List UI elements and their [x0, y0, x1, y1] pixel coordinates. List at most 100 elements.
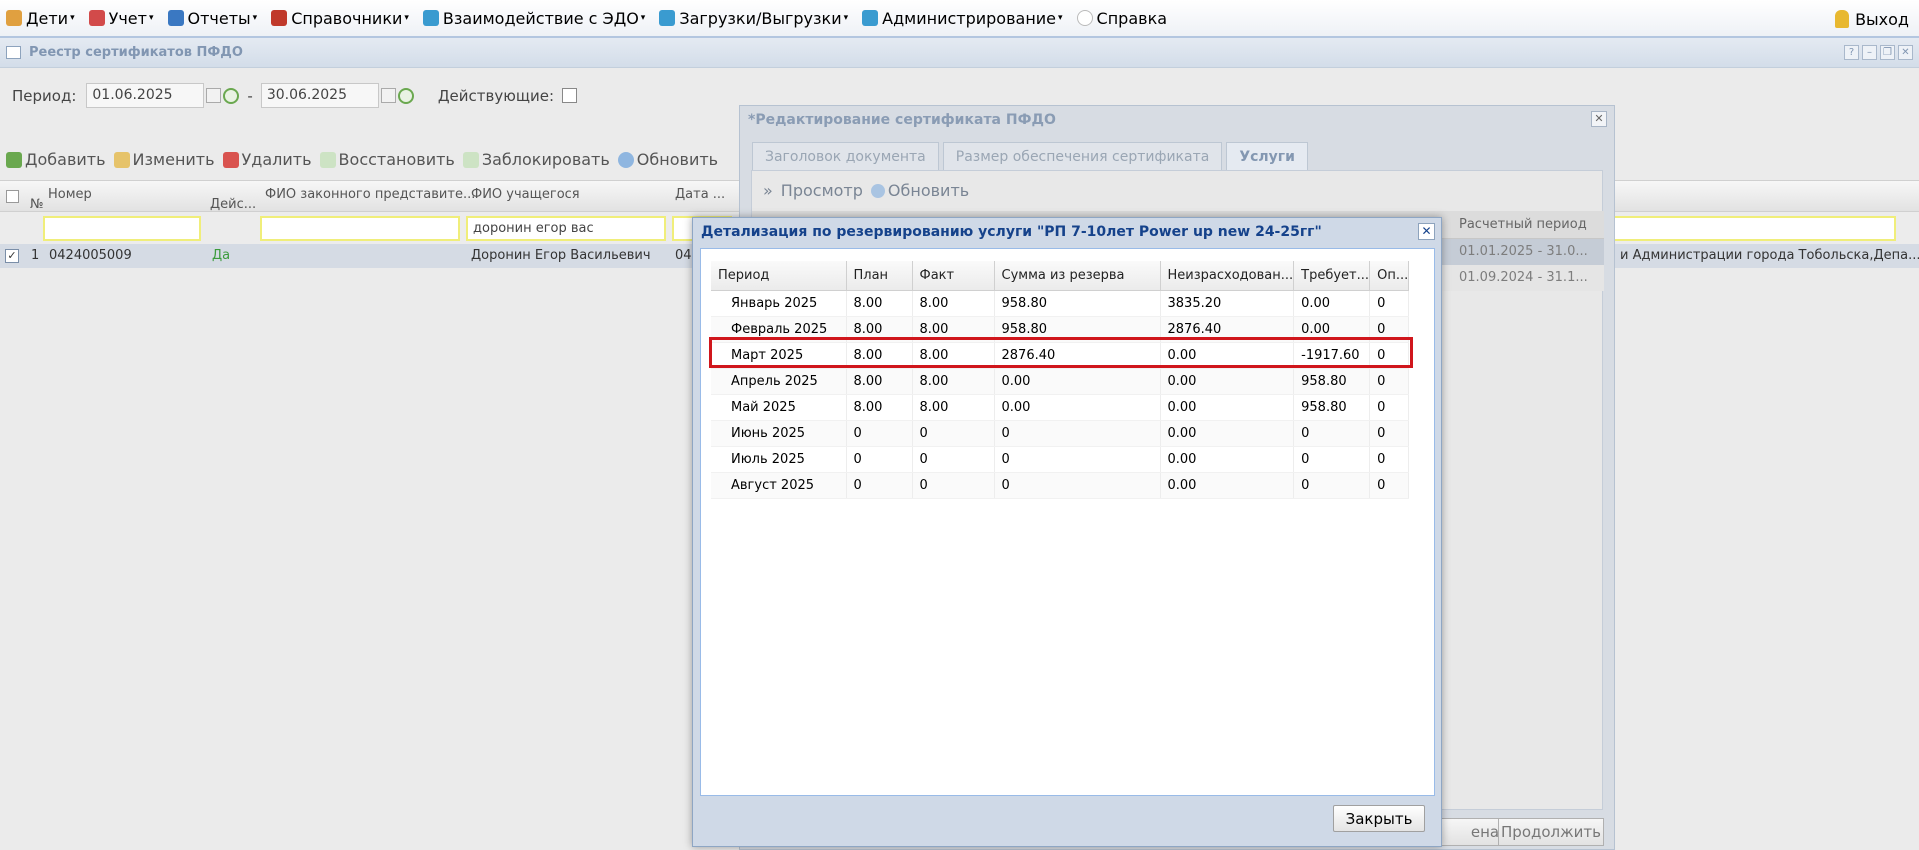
- registry-toolbar: Добавить Изменить Удалить Восстановить З…: [6, 150, 726, 169]
- table-row[interactable]: Февраль 2025 8.00 8.00 958.80 2876.40 0.00 0: [711, 316, 1410, 343]
- table-cell: 0: [846, 420, 913, 447]
- continue-button[interactable]: Продолжить: [1498, 818, 1604, 846]
- detail-col-2[interactable]: Факт: [912, 261, 995, 291]
- date-to-field[interactable]: 30.06.2025: [260, 83, 379, 108]
- table-cell: 0: [1369, 290, 1410, 317]
- detail-col-3[interactable]: Сумма из резерва: [994, 261, 1161, 291]
- reservation-detail-dialog: Детализация по резервированию услуги "РП…: [692, 217, 1442, 847]
- delete-button[interactable]: Удалить: [222, 150, 312, 169]
- close-icon[interactable]: ✕: [1898, 45, 1913, 60]
- table-row[interactable]: Август 2025 0 0 0 0.00 0 0: [711, 472, 1410, 499]
- close-icon[interactable]: ✕: [1418, 223, 1435, 240]
- gears-icon: [422, 10, 439, 26]
- detail-col-6[interactable]: Оп...: [1369, 261, 1410, 291]
- calendar-icon[interactable]: [380, 88, 396, 103]
- plus-icon: [6, 151, 22, 168]
- col-calc-period[interactable]: Расчетный период: [1459, 217, 1587, 232]
- table-row[interactable]: Январь 2025 8.00 8.00 958.80 3835.20 0.00 0: [711, 290, 1410, 317]
- select-all-checkbox[interactable]: [6, 190, 19, 203]
- row-checkbox[interactable]: ✓: [5, 249, 19, 263]
- table-cell: 8.00: [912, 368, 995, 395]
- menu-item-1[interactable]: Учет ▾: [83, 0, 162, 37]
- active-checkbox[interactable]: [562, 88, 577, 103]
- clear-date-icon[interactable]: [397, 87, 414, 104]
- table-cell: 3835.20: [1160, 290, 1295, 317]
- row-active: Да: [212, 248, 231, 263]
- col-guardian[interactable]: ФИО законного представите...: [265, 187, 475, 202]
- menu-item-5[interactable]: Загрузки/Выгрузки ▾: [653, 0, 856, 37]
- detail-col-0[interactable]: Период: [711, 261, 847, 291]
- edit-button[interactable]: Изменить: [113, 150, 215, 169]
- table-row[interactable]: Март 2025 8.00 8.00 2876.40 0.00 -1917.60 0: [711, 342, 1410, 369]
- table-row[interactable]: Апрель 2025 8.00 8.00 0.00 0.00 958.80 0: [711, 368, 1410, 395]
- restore-icon[interactable]: ❐: [1880, 45, 1895, 60]
- clear-date-icon[interactable]: [223, 87, 240, 104]
- number-filter[interactable]: [43, 216, 201, 241]
- table-cell: 0.00: [1160, 446, 1295, 473]
- table-cell: 958.80: [994, 316, 1161, 343]
- detail-table: Период План Факт Сумма из резерва Неизрасход…: [711, 261, 1410, 499]
- detail-col-4[interactable]: Неизрасходован...: [1160, 261, 1295, 291]
- table-row[interactable]: Май 2025 8.00 8.00 0.00 0.00 958.80 0: [711, 394, 1410, 421]
- exit-button[interactable]: Выход: [1835, 0, 1909, 38]
- table-cell: 8.00: [846, 290, 913, 317]
- restore-doc-icon: [319, 151, 336, 168]
- add-button[interactable]: Добавить: [6, 150, 106, 169]
- help-icon[interactable]: ?: [1844, 45, 1859, 60]
- tab-certificate-amount[interactable]: Размер обеспечения сертификата: [942, 142, 1223, 170]
- menu-item-0[interactable]: Дети ▾: [0, 0, 83, 37]
- menu-item-6[interactable]: Администрирование ▾: [856, 0, 1070, 37]
- table-row[interactable]: Июль 2025 0 0 0 0.00 0 0: [711, 446, 1410, 473]
- children-icon: [6, 10, 22, 26]
- col-num[interactable]: №: [30, 197, 44, 212]
- directory-icon: [271, 10, 288, 26]
- table-cell: 0: [912, 472, 995, 499]
- detail-col-5[interactable]: Требует...: [1293, 261, 1371, 291]
- menu-item-7[interactable]: Справка: [1071, 0, 1176, 37]
- col-active[interactable]: Дейс...: [210, 197, 256, 212]
- close-button[interactable]: Закрыть: [1333, 805, 1425, 832]
- row-student: Доронин Егор Васильевич: [471, 248, 651, 263]
- col-number[interactable]: Номер: [48, 187, 92, 202]
- guardian-filter[interactable]: [260, 216, 460, 241]
- registry-header: Реестр сертификатов ПФДО ? – ❐ ✕: [0, 38, 1919, 68]
- org-filter[interactable]: [1600, 216, 1896, 241]
- table-cell: 0.00: [1160, 472, 1295, 499]
- table-cell: 0.00: [994, 394, 1161, 421]
- table-cell: Май 2025: [711, 394, 847, 421]
- menu-item-3[interactable]: Справочники ▾: [265, 0, 417, 37]
- delete-icon: [222, 151, 239, 168]
- table-row[interactable]: Июнь 2025 0 0 0 0.00 0 0: [711, 420, 1410, 447]
- detail-col-1[interactable]: План: [846, 261, 913, 291]
- student-filter[interactable]: доронин егор вас: [466, 216, 666, 241]
- refresh-button[interactable]: Обновить: [888, 181, 969, 200]
- calendar-icon[interactable]: [206, 88, 222, 103]
- table-cell: Март 2025: [711, 342, 847, 369]
- chevron-down-icon: ▾: [1058, 13, 1063, 23]
- menu-item-4[interactable]: Взаимодействие с ЭДО ▾: [417, 0, 653, 37]
- block-button[interactable]: Заблокировать: [462, 150, 610, 169]
- date-separator: -: [247, 86, 253, 105]
- date-from-field[interactable]: 01.06.2025: [86, 83, 205, 108]
- menu-item-2[interactable]: Отчеты ▾: [162, 0, 266, 37]
- table-cell: 0: [994, 446, 1161, 473]
- table-cell: 958.80: [1293, 368, 1371, 395]
- tab-document-header[interactable]: Заголовок документа: [752, 142, 939, 170]
- refresh-icon: [870, 183, 885, 198]
- col-date[interactable]: Дата ...: [675, 187, 725, 202]
- chevron-down-icon: ▾: [640, 13, 646, 23]
- refresh-button[interactable]: Обновить: [617, 150, 718, 169]
- table-cell: 0: [1293, 446, 1371, 473]
- table-cell: 8.00: [912, 394, 995, 421]
- restore-button[interactable]: Восстановить: [319, 150, 455, 169]
- block-doc-icon: [462, 151, 479, 168]
- close-icon[interactable]: ✕: [1591, 111, 1607, 127]
- view-button[interactable]: Просмотр: [781, 181, 863, 200]
- table-cell: 958.80: [994, 290, 1161, 317]
- col-student[interactable]: ФИО учащегося: [471, 187, 580, 202]
- table-cell: 0.00: [1160, 420, 1295, 447]
- tab-services[interactable]: Услуги: [1226, 142, 1308, 170]
- minimize-icon[interactable]: –: [1862, 45, 1877, 60]
- edit-tabs: Заголовок документа Размер обеспечения с…: [752, 142, 1312, 170]
- table-cell: 0: [1369, 368, 1410, 395]
